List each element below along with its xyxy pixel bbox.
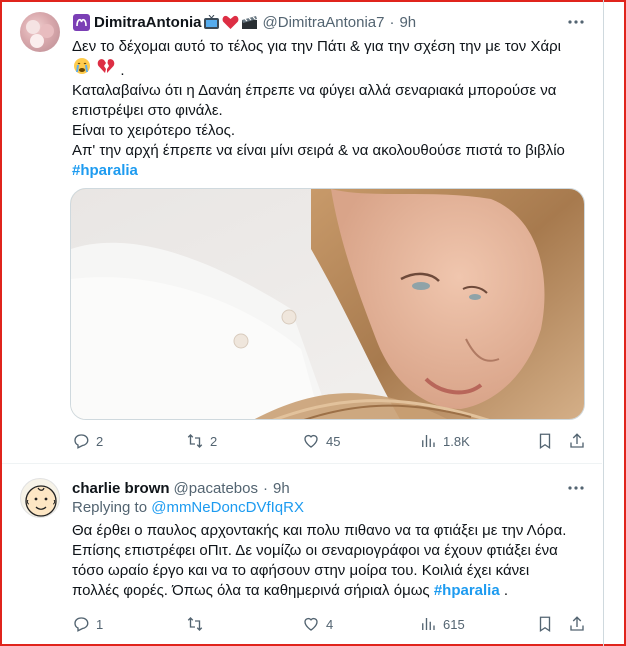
red-heart-icon [222,15,239,30]
like-count: 4 [326,616,334,632]
retweet-count: 2 [210,433,218,449]
share-button[interactable] [568,432,586,450]
author-handle[interactable]: @pacatebos [174,480,258,497]
tweet-actions: 2 2 45 1.8K [72,432,592,452]
more-options-button[interactable] [566,478,586,498]
timestamp[interactable]: 9h [273,480,290,497]
views-button[interactable]: 1.8K [419,432,470,450]
bookmark-button[interactable] [536,615,554,633]
like-count: 45 [326,433,341,449]
timestamp[interactable]: 9h [399,14,416,31]
tweet-line: Καταλαβαίνω ότι η Δανάη έπρεπε να φύγει … [72,82,557,99]
tweet-line: επιστρέψει στο φινάλε. [72,102,223,119]
author-name[interactable]: DimitraAntonia [94,14,202,31]
retweet-icon [187,434,203,448]
reply-button[interactable]: 1 [72,615,103,633]
tweet-header: charlie brown @pacatebos · 9h [72,477,290,499]
author-name[interactable]: charlie brown [72,480,170,497]
replying-to: Replying to @mmNeDoncDVfIqRX [72,499,304,516]
more-options-button[interactable] [566,12,586,32]
tweet-actions: 1 4 615 [72,615,592,635]
tweet-text: Θα έρθει ο παυλος αρχοντακής και πολυ πι… [72,521,592,601]
views-button[interactable]: 615 [419,615,465,633]
share-button[interactable] [568,615,586,633]
views-chart-icon [422,618,435,630]
charlie-brown-face-icon [25,485,57,517]
retweet-button[interactable] [186,615,210,633]
retweet-icon [187,617,203,631]
author-handle[interactable]: @DimitraAntonia7 [263,14,385,31]
timeline-border [603,0,604,646]
crying-face-icon [73,57,91,75]
retweet-button[interactable]: 2 [186,432,217,450]
aries-icon [73,13,90,31]
tweet-line: Επίσης επιστρέφει οΠιτ. Δε νομίζω οι σεν… [72,542,558,559]
like-button[interactable]: 4 [302,615,333,633]
broken-heart-icon [97,57,115,75]
bookmark-button[interactable] [536,432,554,450]
heart-icon [304,434,318,448]
bookmark-icon [539,433,551,450]
more-icon [568,486,584,490]
tweet-line: Απ' την αρχή έπρεπε να είναι μίνι σειρά … [72,142,565,159]
share-icon [570,616,584,631]
tweet-line: τόσο ωραίο έργο και να το αφήσουν στην μ… [72,562,530,579]
reply-count: 2 [96,433,104,449]
hashtag-link[interactable]: #hparalia [434,582,500,599]
view-count: 1.8K [443,433,470,449]
trailing-period: . [503,582,509,599]
reply-button[interactable]: 2 [72,432,103,450]
tv-icon [203,14,220,30]
separator-dot: · [389,13,395,31]
heart-icon [304,617,318,631]
replying-label: Replying to [72,499,148,516]
avatar[interactable] [20,478,60,518]
tweet-header: DimitraAntonia @DimitraAntonia7 · 9h [72,11,416,33]
views-chart-icon [422,435,435,447]
tweet-line: πολλές φορές. Όπως όλα τα καθημερινά σήρ… [72,582,430,599]
bookmark-icon [539,616,551,633]
tweet-line: Είναι το χειρότερο τέλος. [72,122,236,139]
tweet-line: Δεν το δέχομαι αυτό το τέλος για την Πάτ… [72,38,562,55]
emoji-line: . [72,57,592,81]
reply-icon [74,434,89,449]
like-button[interactable]: 45 [302,432,340,450]
separator-dot: · [262,479,268,497]
reply-icon [74,617,89,632]
tweet-last-line: πολλές φορές. Όπως όλα τα καθημερινά σήρ… [72,581,592,601]
clapperboard-icon [241,15,258,30]
reply-count: 1 [96,616,104,632]
replying-to-handle[interactable]: @mmNeDoncDVfIqRX [151,499,304,516]
more-icon [568,20,584,24]
share-icon [570,433,584,448]
photo-woman-lying [71,189,584,419]
tweet-image[interactable] [70,188,585,420]
avatar[interactable] [20,12,60,52]
tweet-line: Θα έρθει ο παυλος αρχοντακής και πολυ πι… [72,522,567,539]
hashtag-link[interactable]: #hparalia [72,161,592,181]
view-count: 615 [443,616,465,632]
tweet-text: Δεν το δέχομαι αυτό το τέλος για την Πάτ… [72,37,592,181]
